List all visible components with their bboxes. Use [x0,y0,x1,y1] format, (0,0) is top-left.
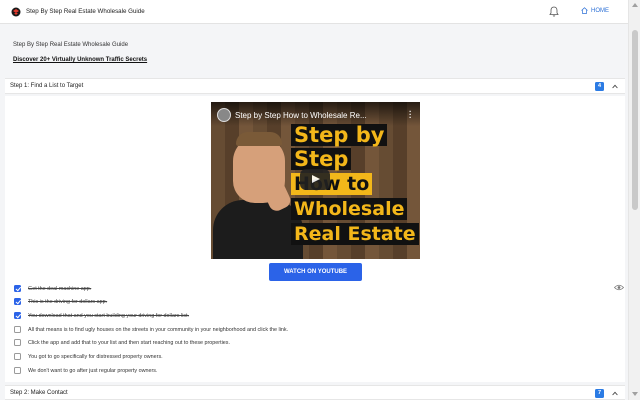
step-2-label: Step 2: Make Contact [10,390,68,396]
step-1-badge: 4 [595,82,604,91]
task-checkbox-2[interactable] [14,298,21,305]
headline-line-4: Wholesale [291,198,408,220]
task-text-7: We don't want to go after just regular p… [28,367,158,374]
scroll-up-icon[interactable] [632,3,638,7]
home-label: HOME [591,7,609,14]
task-text-1: Get the deal machine app. [28,285,92,292]
headline-line-1: Step by [291,124,388,146]
scroll-thumb[interactable] [632,30,638,210]
task-text-4: All that means is to find ugly houses on… [28,326,289,333]
task-text-3: You download that and you start building… [28,312,190,319]
video-person-hair [236,132,282,146]
logo-icon[interactable] [11,7,21,17]
step-1-label: Step 1: Find a List to Target [10,83,84,89]
task-checkbox-6[interactable] [14,353,21,360]
guide-title: Step By Step Real Estate Wholesale Guide [13,42,129,48]
task-checkbox-4[interactable] [14,326,21,333]
step-2-badge: 7 [595,389,604,398]
app-title[interactable]: Step By Step Real Estate Wholesale Guide [26,8,145,15]
watch-on-youtube-button[interactable]: WATCH ON YOUTUBE [269,263,362,281]
step-1-header[interactable]: Step 1: Find a List to Target 4 [5,78,625,94]
play-icon[interactable] [300,169,330,190]
channel-avatar[interactable] [217,108,231,122]
eye-icon[interactable] [614,284,624,291]
task-item-6[interactable]: You got to go specifically for distresse… [14,352,163,361]
chevron-up-icon[interactable] [612,391,618,396]
task-item-3[interactable]: You download that and you start building… [14,311,189,320]
task-checkbox-1[interactable] [14,285,21,292]
task-checkbox-7[interactable] [14,367,21,374]
step-2-header[interactable]: Step 2: Make Contact 7 [5,385,625,400]
task-checkbox-5[interactable] [14,339,21,346]
bell-icon[interactable] [549,6,559,17]
task-item-2[interactable]: This is the driving for dollars app. [14,297,107,306]
discover-link[interactable]: Discover 20+ Virtually Unknown Traffic S… [13,57,147,63]
more-vertical-icon[interactable]: · · · [409,108,412,122]
home-link[interactable]: HOME [581,7,609,14]
task-text-6: You got to go specifically for distresse… [28,353,163,360]
task-text-2: This is the driving for dollars app. [28,298,108,305]
scroll-down-icon[interactable] [632,392,638,396]
video-person-body [213,200,303,259]
home-icon [581,7,588,14]
page-scrollbar[interactable] [628,0,640,400]
video-title[interactable]: Step by Step How to Wholesale Re... [235,111,367,120]
video-player[interactable]: Step by Step How to Wholesale Real Estat… [211,102,420,259]
headline-line-5: Real Estate [291,223,419,245]
task-text-5: Click the app and add that to your list … [28,339,230,346]
headline-line-2: Step [291,148,352,170]
task-item-1[interactable]: Get the deal machine app. [14,284,91,293]
chevron-up-icon[interactable] [612,84,618,89]
task-checkbox-3[interactable] [14,312,21,319]
task-item-4[interactable]: All that means is to find ugly houses on… [14,325,288,334]
task-item-5[interactable]: Click the app and add that to your list … [14,338,230,347]
top-bar: Step By Step Real Estate Wholesale Guide… [0,0,628,24]
task-item-7[interactable]: We don't want to go after just regular p… [14,366,157,375]
